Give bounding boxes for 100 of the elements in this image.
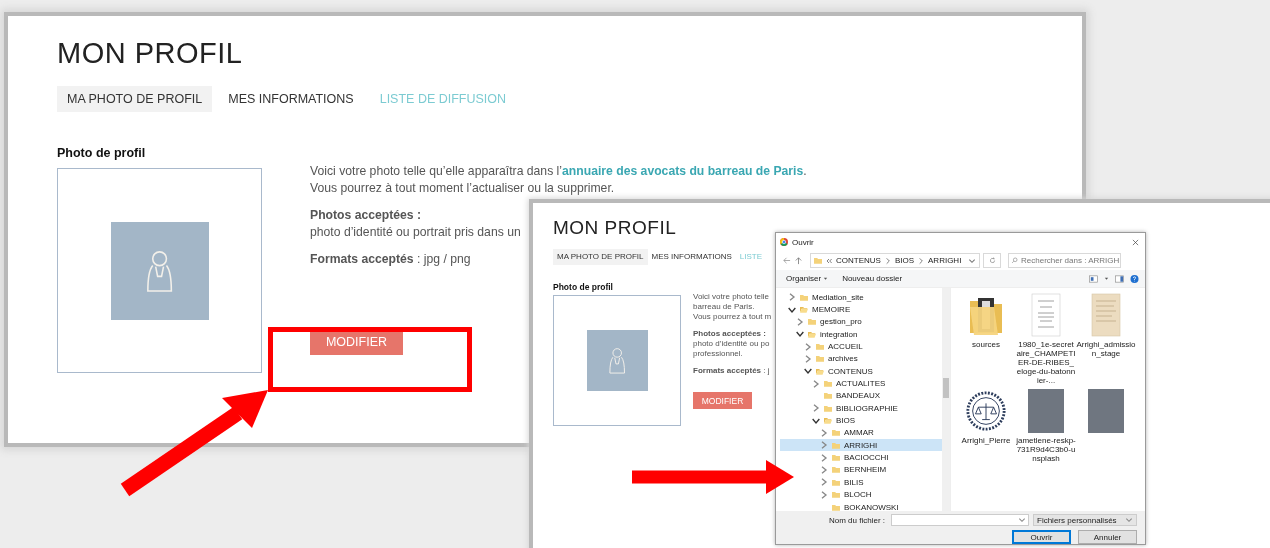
open-folder-icon: [800, 306, 808, 313]
open-folder-icon: [824, 417, 832, 425]
folder-tree-item[interactable]: BERNHEIM: [820, 463, 942, 477]
search-icon: [1011, 257, 1018, 264]
tab[interactable]: MA PHOTO DE PROFIL: [553, 249, 648, 265]
file-type-dropdown[interactable]: Fichiers personnalisés: [1033, 514, 1137, 526]
folder-tree-item[interactable]: AMMAR: [820, 426, 942, 440]
breadcrumb-item[interactable]: CONTENUS: [836, 256, 881, 265]
breadcrumb-item[interactable]: ARRIGHI: [928, 256, 962, 265]
collapse-chevron-icon[interactable]: [796, 330, 804, 339]
document-thumbnail[interactable]: [1028, 293, 1064, 337]
section-title: Photo de profil: [553, 282, 614, 292]
section-title: Photo de profil: [57, 146, 147, 160]
file-name[interactable]: jametlene-reskp-731R9d4C3b0-unsplash: [1016, 436, 1076, 463]
cancel-button[interactable]: Annuler: [1078, 530, 1137, 544]
scrollbar[interactable]: [942, 288, 950, 511]
expand-chevron-icon[interactable]: [812, 379, 820, 388]
expand-chevron-icon[interactable]: [820, 490, 828, 499]
page-title: MON PROFIL: [57, 36, 244, 70]
folder-tree-item[interactable]: BIBLIOGRAPHIE: [812, 402, 942, 415]
folder-tree-item[interactable]: ARRIGHI: [780, 439, 942, 452]
folder-tree-item[interactable]: BOKANOWSKI: [820, 500, 942, 514]
folder-icon: [800, 293, 808, 301]
new-folder-button[interactable]: Nouveau dossier: [842, 274, 903, 283]
file-name[interactable]: 1980_1e-secretaire_CHAMPETIER-DE-RIBES_eloge-du-batonnier-...: [1016, 340, 1076, 385]
open-button[interactable]: Ouvrir: [1012, 530, 1071, 544]
expand-chevron-icon[interactable]: [820, 428, 828, 437]
document-thumbnail[interactable]: [1088, 293, 1124, 337]
dialog-title: Ouvrir: [792, 237, 814, 247]
up-arrow-icon[interactable]: [794, 256, 803, 265]
expand-chevron-icon[interactable]: [804, 342, 812, 351]
folder-tree-item[interactable]: ACTUALITES: [812, 377, 942, 390]
description-text: photo d’identité ou portrait pris dans un: [310, 224, 521, 241]
folder-tree-item[interactable]: MEMOIRE: [788, 303, 942, 316]
expand-chevron-icon[interactable]: [820, 453, 828, 462]
search-field[interactable]: Rechercher dans : ARRIGHI: [1008, 253, 1121, 268]
expand-chevron-icon[interactable]: [812, 404, 820, 413]
tab[interactable]: MA PHOTO DE PROFIL: [57, 86, 213, 112]
folder-tree-item[interactable]: BACIOCCHI: [820, 451, 942, 464]
caret-icon[interactable]: [1104, 276, 1109, 281]
folder-tree-item[interactable]: Mediation_site: [788, 291, 942, 304]
expand-chevron-icon[interactable]: [820, 466, 828, 474]
help-icon[interactable]: [1130, 274, 1139, 283]
close-icon[interactable]: [1132, 238, 1139, 246]
formats-text: Formats acceptés : j: [693, 366, 770, 376]
dropdown-chevron-icon[interactable]: [1018, 516, 1026, 524]
description-text: Vous pourrez à tout moment l’actualiser ou la supprimer.: [310, 180, 616, 197]
back-arrow-icon[interactable]: [782, 256, 791, 265]
folder-tree-item[interactable]: gestion_pro: [796, 315, 942, 329]
open-folder-icon: [808, 330, 816, 338]
description-text: barreau de Paris.: [693, 302, 756, 312]
description-text: Voici votre photo telle: [693, 292, 771, 302]
folder-tree-item[interactable]: CONTENUS: [804, 365, 942, 378]
refresh-button[interactable]: [983, 253, 1001, 268]
tab[interactable]: MES INFORMATIONS: [647, 249, 736, 265]
folder-tree-item[interactable]: ACCUEIL: [804, 340, 942, 353]
file-name[interactable]: sources: [956, 340, 1016, 349]
file-name[interactable]: Arrighi_Pierre: [956, 436, 1016, 445]
description-text: photo d’identité ou po: [693, 339, 770, 349]
breadcrumb-item[interactable]: BIOS: [894, 256, 914, 265]
overflow-chevron-icon[interactable]: [825, 256, 833, 265]
expand-chevron-icon[interactable]: [820, 478, 828, 487]
folder-tree-item[interactable]: archives: [804, 352, 942, 366]
view-options-icon[interactable]: [1089, 274, 1098, 283]
scales-emblem-thumbnail[interactable]: [965, 389, 1007, 433]
folder-tree-item[interactable]: BIOS: [812, 414, 942, 427]
tab[interactable]: MES INFORMATIONS: [218, 86, 364, 112]
expand-chevron-icon[interactable]: [820, 441, 828, 450]
folder-tree-item[interactable]: integration: [796, 328, 942, 341]
path-separator-icon: [883, 256, 892, 265]
organize-menu[interactable]: Organiser: [786, 274, 829, 283]
dropdown-chevron-icon: [1125, 516, 1133, 524]
folder-tree-item[interactable]: BILIS: [820, 476, 942, 489]
open-folder-icon: [816, 367, 824, 375]
address-bar[interactable]: CONTENUS BIOS ARRIGHI: [810, 253, 980, 268]
caret-icon: [823, 276, 829, 281]
folder-tree-item[interactable]: BANDEAUX: [812, 389, 942, 403]
refresh-icon: [988, 257, 996, 264]
description-text: Voici votre photo telle qu’elle apparaîtra dans l’annuaire des avocats du barreau de Paris.: [310, 163, 807, 180]
accepted-photos-heading: Photos acceptées :: [693, 329, 767, 339]
browser-logo-icon: [780, 238, 788, 246]
expand-chevron-icon[interactable]: [804, 354, 812, 363]
description-text: Vous pourrez à tout m: [693, 312, 772, 322]
formats-text: Formats acceptés : jpg / png: [310, 251, 471, 268]
collapse-chevron-icon[interactable]: [812, 416, 820, 425]
dropdown-chevron-icon[interactable]: [968, 256, 976, 265]
expand-chevron-icon[interactable]: [796, 317, 804, 326]
collapse-chevron-icon[interactable]: [788, 305, 796, 314]
accepted-photos-heading: Photos acceptées :: [310, 207, 423, 224]
path-separator-icon: [917, 256, 925, 265]
preview-pane-icon[interactable]: [1115, 274, 1124, 283]
folder-tree-item[interactable]: BLOCH: [820, 488, 942, 501]
file-name[interactable]: Arrighi_admission_stage: [1076, 340, 1136, 358]
file-name-field[interactable]: [891, 514, 1029, 526]
folder-icon: [814, 257, 822, 264]
description-text: professionnel.: [693, 349, 744, 359]
collapse-chevron-icon[interactable]: [804, 367, 812, 376]
expand-chevron-icon[interactable]: [788, 293, 796, 302]
file-name-label: Nom du fichier :: [828, 515, 885, 525]
folder-icon: [808, 318, 816, 326]
